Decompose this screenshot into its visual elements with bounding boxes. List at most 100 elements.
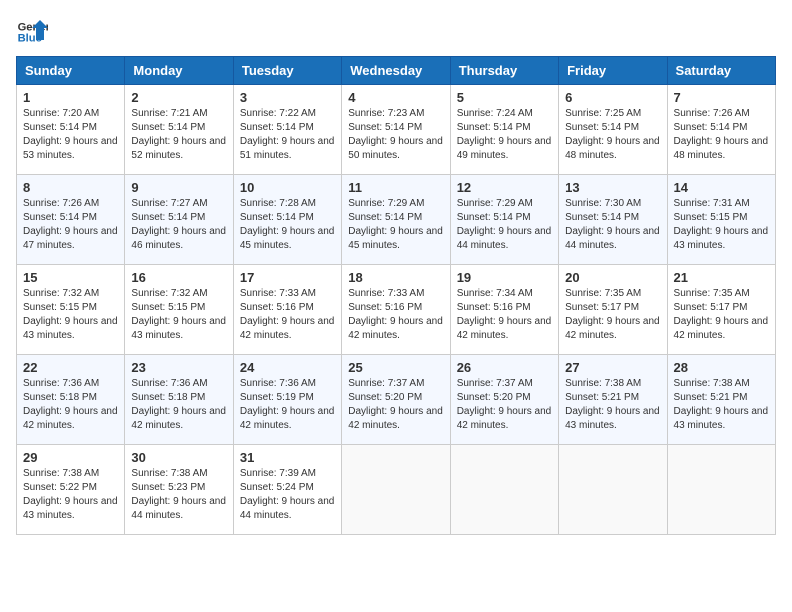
day-cell: 3 Sunrise: 7:22 AMSunset: 5:14 PMDaylight… bbox=[233, 85, 341, 175]
day-info: Sunrise: 7:23 AMSunset: 5:14 PMDaylight:… bbox=[348, 108, 443, 161]
day-number: 25 bbox=[348, 360, 443, 375]
day-cell: 2 Sunrise: 7:21 AMSunset: 5:14 PMDaylight… bbox=[125, 85, 233, 175]
day-cell: 17 Sunrise: 7:33 AMSunset: 5:16 PMDayligh… bbox=[233, 265, 341, 355]
day-info: Sunrise: 7:30 AMSunset: 5:14 PMDaylight:… bbox=[565, 198, 660, 251]
day-info: Sunrise: 7:27 AMSunset: 5:14 PMDaylight:… bbox=[131, 198, 226, 251]
day-number: 14 bbox=[674, 180, 769, 195]
day-info: Sunrise: 7:22 AMSunset: 5:14 PMDaylight:… bbox=[240, 108, 335, 161]
day-number: 29 bbox=[23, 450, 118, 465]
day-number: 15 bbox=[23, 270, 118, 285]
day-info: Sunrise: 7:36 AMSunset: 5:19 PMDaylight:… bbox=[240, 378, 335, 431]
day-number: 6 bbox=[565, 90, 660, 105]
day-info: Sunrise: 7:37 AMSunset: 5:20 PMDaylight:… bbox=[348, 378, 443, 431]
day-info: Sunrise: 7:38 AMSunset: 5:23 PMDaylight:… bbox=[131, 468, 226, 521]
day-cell: 6 Sunrise: 7:25 AMSunset: 5:14 PMDaylight… bbox=[559, 85, 667, 175]
day-cell: 1Sunrise: 7:20 AMSunset: 5:14 PMDaylight… bbox=[17, 85, 125, 175]
day-number: 16 bbox=[131, 270, 226, 285]
day-cell: 10Sunrise: 7:28 AMSunset: 5:14 PMDayligh… bbox=[233, 175, 341, 265]
header-row: Sunday Monday Tuesday Wednesday Thursday… bbox=[17, 57, 776, 85]
day-info: Sunrise: 7:29 AMSunset: 5:14 PMDaylight:… bbox=[457, 198, 552, 251]
day-number: 2 bbox=[131, 90, 226, 105]
day-number: 4 bbox=[348, 90, 443, 105]
day-cell: 30 Sunrise: 7:38 AMSunset: 5:23 PMDayligh… bbox=[125, 445, 233, 535]
day-number: 11 bbox=[348, 180, 443, 195]
day-cell: 7 Sunrise: 7:26 AMSunset: 5:14 PMDaylight… bbox=[667, 85, 775, 175]
day-cell: 5 Sunrise: 7:24 AMSunset: 5:14 PMDaylight… bbox=[450, 85, 558, 175]
day-info: Sunrise: 7:26 AMSunset: 5:14 PMDaylight:… bbox=[23, 198, 118, 251]
day-cell: 27 Sunrise: 7:38 AMSunset: 5:21 PMDayligh… bbox=[559, 355, 667, 445]
header-saturday: Saturday bbox=[667, 57, 775, 85]
day-number: 20 bbox=[565, 270, 660, 285]
day-cell: 25 Sunrise: 7:37 AMSunset: 5:20 PMDayligh… bbox=[342, 355, 450, 445]
day-info: Sunrise: 7:32 AMSunset: 5:15 PMDaylight:… bbox=[131, 288, 226, 341]
week-row-1: 1Sunrise: 7:20 AMSunset: 5:14 PMDaylight… bbox=[17, 85, 776, 175]
day-cell: 24 Sunrise: 7:36 AMSunset: 5:19 PMDayligh… bbox=[233, 355, 341, 445]
day-cell: 18 Sunrise: 7:33 AMSunset: 5:16 PMDayligh… bbox=[342, 265, 450, 355]
day-cell: 31 Sunrise: 7:39 AMSunset: 5:24 PMDayligh… bbox=[233, 445, 341, 535]
day-info: Sunrise: 7:21 AMSunset: 5:14 PMDaylight:… bbox=[131, 108, 226, 161]
day-number: 30 bbox=[131, 450, 226, 465]
calendar-table: Sunday Monday Tuesday Wednesday Thursday… bbox=[16, 56, 776, 535]
day-cell bbox=[559, 445, 667, 535]
day-cell: 13Sunrise: 7:30 AMSunset: 5:14 PMDayligh… bbox=[559, 175, 667, 265]
day-cell bbox=[450, 445, 558, 535]
day-number: 8 bbox=[23, 180, 118, 195]
day-cell: 28 Sunrise: 7:38 AMSunset: 5:21 PMDayligh… bbox=[667, 355, 775, 445]
week-row-3: 15 Sunrise: 7:32 AMSunset: 5:15 PMDayligh… bbox=[17, 265, 776, 355]
day-cell: 23 Sunrise: 7:36 AMSunset: 5:18 PMDayligh… bbox=[125, 355, 233, 445]
day-cell: 19 Sunrise: 7:34 AMSunset: 5:16 PMDayligh… bbox=[450, 265, 558, 355]
day-cell: 9 Sunrise: 7:27 AMSunset: 5:14 PMDaylight… bbox=[125, 175, 233, 265]
day-number: 26 bbox=[457, 360, 552, 375]
day-cell: 14 Sunrise: 7:31 AMSunset: 5:15 PMDayligh… bbox=[667, 175, 775, 265]
day-number: 12 bbox=[457, 180, 552, 195]
day-info: Sunrise: 7:38 AMSunset: 5:21 PMDaylight:… bbox=[674, 378, 769, 431]
day-info: Sunrise: 7:25 AMSunset: 5:14 PMDaylight:… bbox=[565, 108, 660, 161]
page-header: General Blue bbox=[16, 16, 776, 48]
day-cell: 8 Sunrise: 7:26 AMSunset: 5:14 PMDaylight… bbox=[17, 175, 125, 265]
day-info: Sunrise: 7:34 AMSunset: 5:16 PMDaylight:… bbox=[457, 288, 552, 341]
day-info: Sunrise: 7:36 AMSunset: 5:18 PMDaylight:… bbox=[131, 378, 226, 431]
day-info: Sunrise: 7:24 AMSunset: 5:14 PMDaylight:… bbox=[457, 108, 552, 161]
day-info: Sunrise: 7:29 AMSunset: 5:14 PMDaylight:… bbox=[348, 198, 443, 251]
day-cell: 26Sunrise: 7:37 AMSunset: 5:20 PMDayligh… bbox=[450, 355, 558, 445]
day-cell: 21 Sunrise: 7:35 AMSunset: 5:17 PMDayligh… bbox=[667, 265, 775, 355]
header-tuesday: Tuesday bbox=[233, 57, 341, 85]
day-number: 7 bbox=[674, 90, 769, 105]
day-cell: 11 Sunrise: 7:29 AMSunset: 5:14 PMDayligh… bbox=[342, 175, 450, 265]
day-info: Sunrise: 7:33 AMSunset: 5:16 PMDaylight:… bbox=[348, 288, 443, 341]
day-number: 27 bbox=[565, 360, 660, 375]
day-cell: 4 Sunrise: 7:23 AMSunset: 5:14 PMDaylight… bbox=[342, 85, 450, 175]
day-number: 24 bbox=[240, 360, 335, 375]
day-number: 21 bbox=[674, 270, 769, 285]
day-info: Sunrise: 7:31 AMSunset: 5:15 PMDaylight:… bbox=[674, 198, 769, 251]
day-info: Sunrise: 7:39 AMSunset: 5:24 PMDaylight:… bbox=[240, 468, 335, 521]
day-info: Sunrise: 7:38 AMSunset: 5:21 PMDaylight:… bbox=[565, 378, 660, 431]
day-number: 3 bbox=[240, 90, 335, 105]
header-friday: Friday bbox=[559, 57, 667, 85]
day-cell: 29Sunrise: 7:38 AMSunset: 5:22 PMDayligh… bbox=[17, 445, 125, 535]
day-number: 18 bbox=[348, 270, 443, 285]
day-cell: 22 Sunrise: 7:36 AMSunset: 5:18 PMDayligh… bbox=[17, 355, 125, 445]
day-number: 19 bbox=[457, 270, 552, 285]
day-info: Sunrise: 7:36 AMSunset: 5:18 PMDaylight:… bbox=[23, 378, 118, 431]
week-row-4: 22 Sunrise: 7:36 AMSunset: 5:18 PMDayligh… bbox=[17, 355, 776, 445]
day-info: Sunrise: 7:32 AMSunset: 5:15 PMDaylight:… bbox=[23, 288, 118, 341]
day-info: Sunrise: 7:35 AMSunset: 5:17 PMDaylight:… bbox=[674, 288, 769, 341]
day-number: 9 bbox=[131, 180, 226, 195]
day-number: 31 bbox=[240, 450, 335, 465]
logo: General Blue bbox=[16, 16, 48, 48]
day-info: Sunrise: 7:26 AMSunset: 5:14 PMDaylight:… bbox=[674, 108, 769, 161]
header-monday: Monday bbox=[125, 57, 233, 85]
day-number: 5 bbox=[457, 90, 552, 105]
day-number: 1 bbox=[23, 90, 118, 105]
day-cell: 20Sunrise: 7:35 AMSunset: 5:17 PMDayligh… bbox=[559, 265, 667, 355]
day-info: Sunrise: 7:28 AMSunset: 5:14 PMDaylight:… bbox=[240, 198, 335, 251]
day-cell bbox=[667, 445, 775, 535]
day-info: Sunrise: 7:33 AMSunset: 5:16 PMDaylight:… bbox=[240, 288, 335, 341]
day-number: 28 bbox=[674, 360, 769, 375]
day-number: 22 bbox=[23, 360, 118, 375]
day-cell: 15 Sunrise: 7:32 AMSunset: 5:15 PMDayligh… bbox=[17, 265, 125, 355]
day-number: 23 bbox=[131, 360, 226, 375]
logo-icon: General Blue bbox=[16, 16, 48, 48]
day-number: 17 bbox=[240, 270, 335, 285]
